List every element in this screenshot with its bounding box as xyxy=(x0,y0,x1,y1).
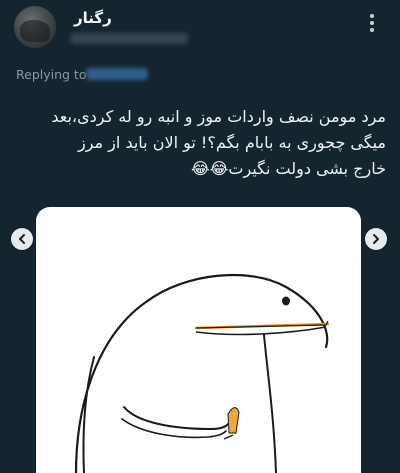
replying-to-label: Replying to xyxy=(16,67,87,82)
avatar[interactable] xyxy=(14,6,56,48)
tweet-text: مرد مومن نصف واردات موز و انبه رو له کرد… xyxy=(30,104,386,182)
next-media-button[interactable] xyxy=(365,228,387,250)
flork-meme-illustration xyxy=(74,273,330,473)
chevron-right-icon xyxy=(373,234,379,244)
more-vertical-icon-dot xyxy=(370,21,374,25)
more-vertical-icon xyxy=(370,14,374,18)
tweet-detail-screen: رگنار Replying to مرد مومن نصف واردات مو… xyxy=(0,0,400,473)
chevron-left-icon xyxy=(19,234,25,244)
display-name[interactable]: رگنار xyxy=(74,9,112,27)
more-options-button[interactable] xyxy=(363,12,381,34)
reply-to-handle-redacted[interactable] xyxy=(86,68,148,80)
tweet-text-line: خارج بشی دولت نگیرت😂😂 xyxy=(191,159,386,178)
previous-media-button[interactable] xyxy=(11,228,33,250)
username-handle-redacted xyxy=(70,33,188,44)
more-vertical-icon-dot xyxy=(370,28,374,32)
tweet-text-line: مرد مومن نصف واردات موز و انبه رو له کرد… xyxy=(51,107,386,126)
tweet-text-line: میگی چجوری به بابام بگم؟! تو الان باید ا… xyxy=(77,133,386,152)
tweet-media-image[interactable] xyxy=(36,207,361,473)
